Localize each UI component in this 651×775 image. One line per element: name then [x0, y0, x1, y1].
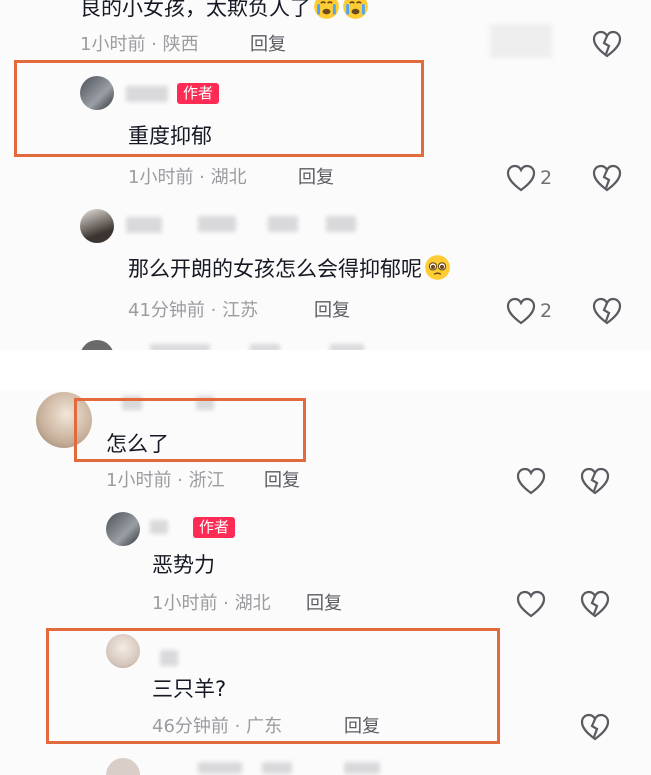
avatar[interactable]	[80, 209, 114, 243]
avatar	[106, 758, 140, 775]
highlight-box	[14, 60, 424, 157]
like-count: 2	[540, 300, 553, 322]
crying-face-emoji-icon	[313, 0, 340, 20]
blurred-username	[198, 216, 236, 232]
blurred-username	[150, 520, 168, 534]
highlight-box	[46, 628, 500, 744]
comment-panel-top: 良的小女孩，太欺负人了 1小时前 · 陕西 回复 作者 重度抑郁 1小时前 · …	[0, 0, 651, 350]
broken-heart-icon[interactable]	[580, 713, 610, 741]
avatar	[80, 340, 114, 350]
heart-outline-icon[interactable]	[506, 164, 536, 192]
reply-button[interactable]: 回复	[250, 33, 286, 57]
heart-outline-icon[interactable]	[506, 297, 536, 325]
reply-button[interactable]: 回复	[298, 166, 334, 190]
comment-panel-bottom: 怎么了 1小时前 · 浙江 回复 作者 恶势力 1小时前 · 湖北 回复 三只羊…	[0, 390, 651, 775]
broken-heart-icon[interactable]	[580, 590, 610, 618]
blurred-username	[198, 762, 242, 774]
heart-outline-icon[interactable]	[516, 467, 546, 495]
heart-outline-icon[interactable]	[516, 590, 546, 618]
comment-meta: 1小时前 · 湖北	[152, 593, 271, 614]
comment-text: 良的小女孩，太欺负人了	[80, 0, 369, 22]
comment-meta: 1小时前 · 湖北	[128, 167, 247, 188]
avatar[interactable]	[106, 512, 140, 546]
like-count: 2	[540, 167, 553, 189]
author-badge: 作者	[193, 517, 236, 538]
blurred-username	[126, 217, 162, 233]
comment-text: 恶势力	[152, 553, 215, 577]
crying-face-emoji-icon	[342, 0, 369, 20]
broken-heart-icon[interactable]	[592, 164, 622, 192]
comment-meta: 1小时前 · 陕西	[80, 34, 199, 55]
blurred-username	[344, 762, 380, 774]
blurred-username	[262, 762, 292, 774]
broken-heart-icon[interactable]	[592, 30, 622, 58]
screenshot-divider	[0, 350, 651, 390]
blurred-like-area	[490, 24, 552, 58]
reply-button[interactable]: 回复	[314, 299, 350, 323]
broken-heart-icon[interactable]	[580, 467, 610, 495]
reply-button[interactable]: 回复	[264, 469, 300, 493]
pleading-face-emoji-icon	[424, 254, 451, 281]
broken-heart-icon[interactable]	[592, 297, 622, 325]
comment-meta: 41分钟前 · 江苏	[128, 300, 259, 321]
highlight-box	[74, 398, 306, 462]
comment-text: 那么开朗的女孩怎么会得抑郁呢	[128, 254, 451, 283]
comment-meta: 1小时前 · 浙江	[106, 470, 225, 491]
blurred-username	[326, 216, 356, 232]
blurred-username	[268, 216, 298, 232]
reply-button[interactable]: 回复	[306, 592, 342, 616]
